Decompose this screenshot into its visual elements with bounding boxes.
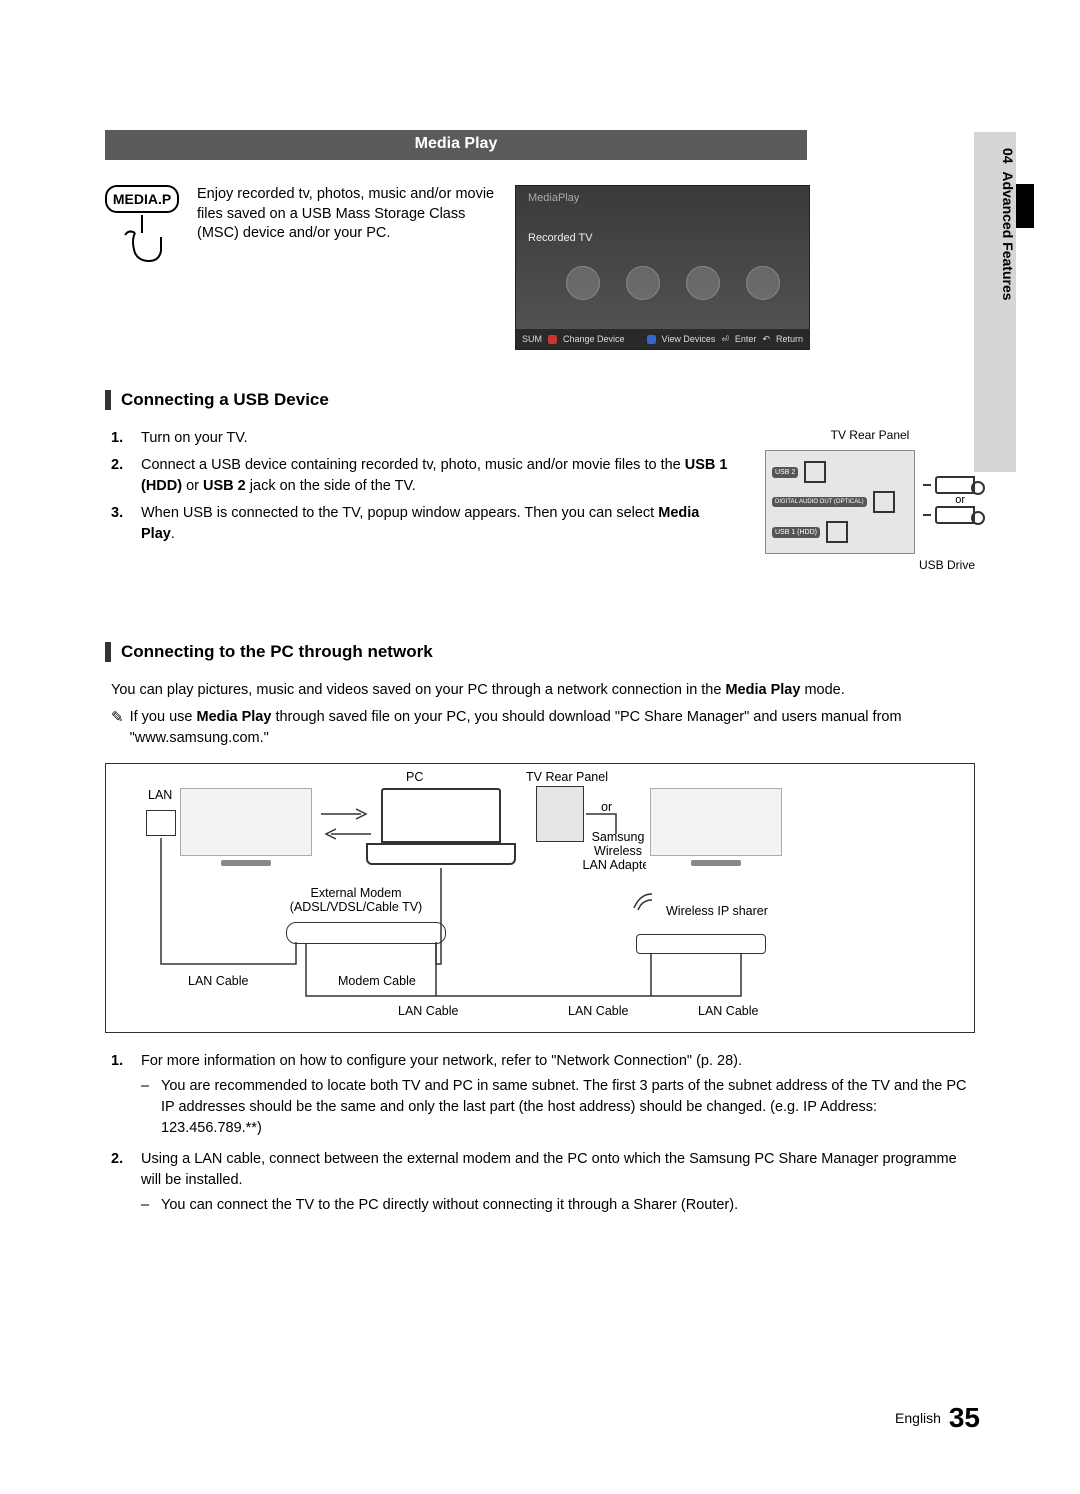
screenshot-icon-row	[566, 266, 780, 300]
optical-port-icon	[873, 491, 895, 513]
heading-bar-icon	[105, 390, 111, 410]
enter-icon: ⏎	[721, 334, 729, 345]
section-title-bar: Media Play	[105, 130, 807, 160]
or-label: or	[923, 494, 975, 506]
network-steps-list: 1. For more information on how to config…	[111, 1051, 975, 1220]
usb-steps-list: 1.Turn on your TV. 2.Connect a USB devic…	[111, 428, 735, 545]
music-icon	[626, 266, 660, 300]
media-p-remote-button: MEDIA.P	[105, 185, 179, 350]
enter-action: Enter	[735, 334, 757, 344]
step-text: For more information on how to configure…	[141, 1053, 742, 1069]
return-icon: ↶	[762, 334, 770, 345]
sub-text: You can connect the TV to the PC directl…	[161, 1195, 738, 1216]
section-heading-usb: Connecting a USB Device	[105, 390, 975, 410]
heading-usb-text: Connecting a USB Device	[121, 390, 329, 410]
heading-pc-text: Connecting to the PC through network	[121, 642, 433, 662]
mediaplay-tv-screenshot: MediaPlay Recorded TV SUM Change Device …	[515, 185, 810, 350]
a-action: Change Device	[563, 334, 625, 344]
list-item: 1. For more information on how to config…	[111, 1051, 975, 1143]
sub-list-item: –You are recommended to locate both TV a…	[141, 1076, 975, 1139]
sum-label: SUM	[522, 334, 542, 344]
page-footer: English 35	[895, 1402, 980, 1434]
intro-text: Enjoy recorded tv, photos, music and/or …	[197, 185, 497, 350]
usb2-port-icon	[804, 461, 826, 483]
note-icon: ✎	[111, 707, 124, 749]
sub-text: You are recommended to locate both TV an…	[161, 1076, 975, 1139]
usb1-port-label: USB 1 (HDD)	[772, 527, 820, 538]
section-heading-pc: Connecting to the PC through network	[105, 642, 975, 662]
d-action: View Devices	[662, 334, 716, 344]
list-item: 3.When USB is connected to the TV, popup…	[111, 503, 735, 545]
sub-list-item: –You can connect the TV to the PC direct…	[141, 1195, 975, 1216]
step-text: Turn on your TV.	[141, 428, 248, 449]
red-button-icon	[548, 335, 557, 344]
page-number: 35	[949, 1402, 980, 1433]
blue-button-icon	[647, 335, 656, 344]
usb-plug-icon	[935, 476, 975, 494]
tv-rear-panel-figure: TV Rear Panel USB 2 DIGITAL AUDIO OUT (O…	[765, 428, 975, 572]
pc-intro-text: You can play pictures, music and videos …	[111, 680, 975, 701]
list-item: 1.Turn on your TV.	[111, 428, 735, 449]
rear-panel-title: TV Rear Panel	[765, 428, 975, 442]
heading-bar-icon	[105, 642, 111, 662]
screenshot-row-label: Recorded TV	[528, 232, 593, 244]
note-text: If you use Media Play through saved file…	[130, 707, 975, 749]
list-item: 2.Connect a USB device containing record…	[111, 455, 735, 497]
step-text: Using a LAN cable, connect between the e…	[141, 1151, 957, 1188]
note-row: ✎ If you use Media Play through saved fi…	[111, 707, 975, 749]
network-diagram: LAN PC TV Rear Panel or SamsungWirelessL…	[105, 763, 975, 1033]
cable-lines	[106, 764, 806, 1024]
videos-icon	[566, 266, 600, 300]
list-item: 2. Using a LAN cable, connect between th…	[111, 1149, 975, 1220]
footer-language: English	[895, 1410, 941, 1426]
photos-icon	[686, 266, 720, 300]
media-p-label: MEDIA.P	[105, 185, 179, 213]
step-text: When USB is connected to the TV, popup w…	[141, 505, 699, 542]
return-action: Return	[776, 334, 803, 344]
usb-drive-label: USB Drive	[765, 558, 975, 572]
hand-press-icon	[105, 213, 179, 273]
screenshot-title: MediaPlay	[528, 192, 579, 204]
step-text: Connect a USB device containing recorded…	[141, 457, 728, 494]
usb-plug-icon	[935, 506, 975, 524]
settings-icon	[746, 266, 780, 300]
optical-port-label: DIGITAL AUDIO OUT (OPTICAL)	[772, 497, 867, 507]
usb1-port-icon	[826, 521, 848, 543]
usb2-port-label: USB 2	[772, 467, 798, 478]
screenshot-bottom-bar: SUM Change Device View Devices ⏎ Enter ↶…	[516, 329, 809, 349]
